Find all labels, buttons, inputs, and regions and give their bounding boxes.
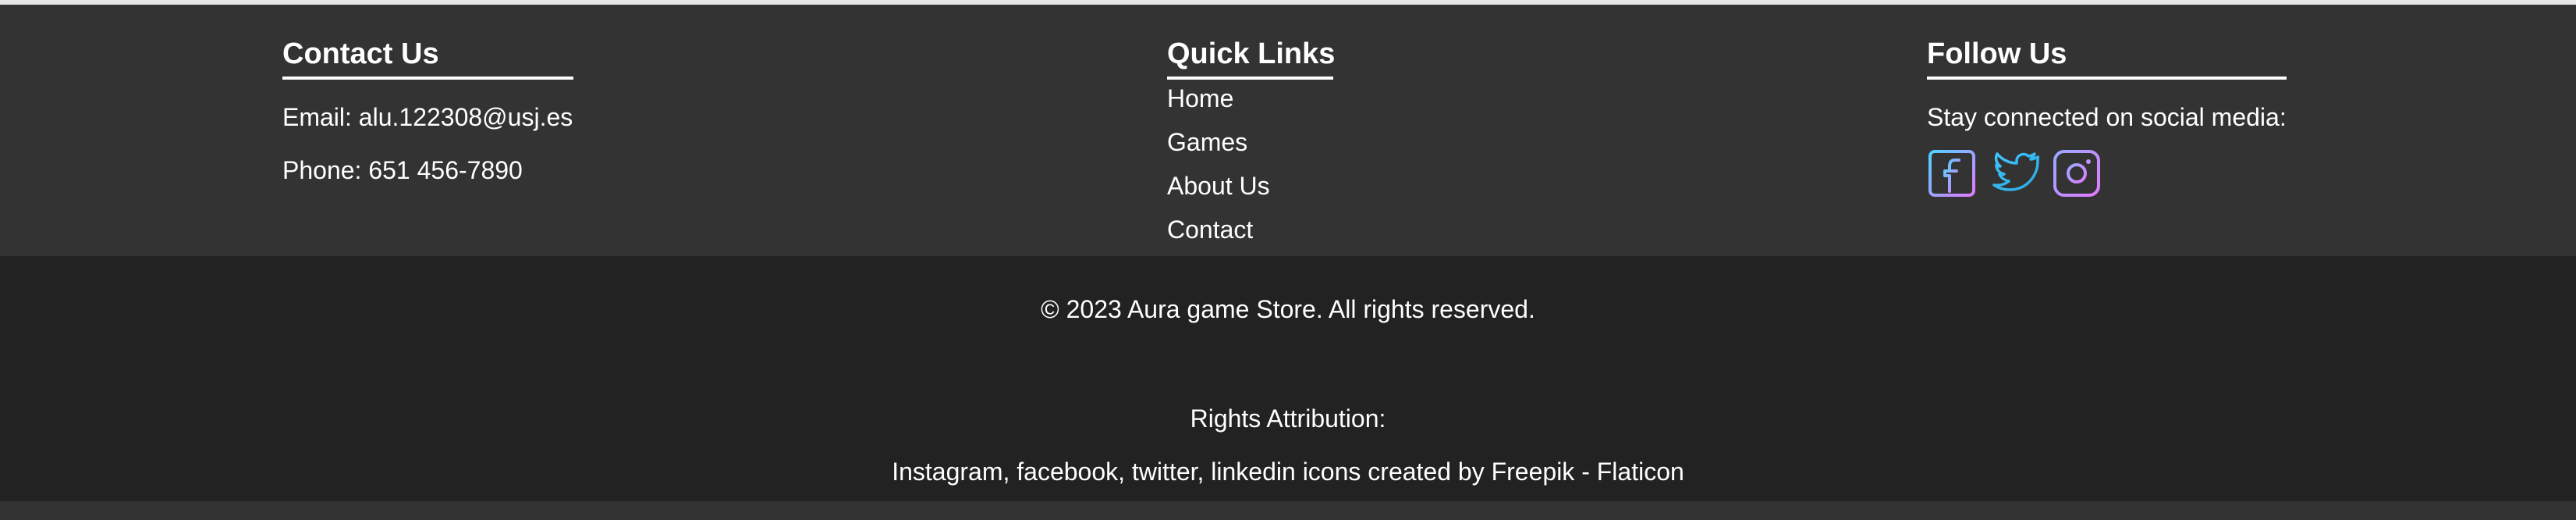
quick-links-heading: Quick Links [1167, 37, 1336, 70]
bottom-border [0, 501, 2576, 520]
contact-phone: Phone: 651 456-7890 [282, 156, 523, 184]
contact-heading: Contact Us [282, 37, 439, 70]
instagram-icon[interactable] [2052, 148, 2102, 198]
quick-link-games[interactable]: Games [1167, 120, 1335, 164]
follow-text: Stay connected on social media: [1927, 103, 2287, 131]
quick-link-about-us[interactable]: About Us [1167, 164, 1335, 208]
attribution-text: Instagram, facebook, twitter, linkedin i… [892, 458, 1684, 486]
attribution-title: Rights Attribution: [1190, 404, 1386, 433]
contact-email: Email: alu.122308@usj.es [282, 103, 573, 131]
follow-heading: Follow Us [1927, 37, 2067, 70]
follow-heading-underline [1927, 77, 2287, 80]
quick-link-contact[interactable]: Contact [1167, 208, 1335, 251]
social-icons [1927, 148, 2287, 198]
footer-bottom-section: © 2023 Aura game Store. All rights reser… [0, 256, 2576, 501]
follow-column: Follow Us Stay connected on social media… [1927, 33, 2287, 198]
twitter-icon[interactable] [1989, 148, 2039, 198]
quick-links-list: Home Games About Us Contact [1167, 77, 1335, 251]
contact-column: Contact Us Email: alu.122308@usj.es Phon… [282, 33, 573, 186]
footer-top-section: Contact Us Email: alu.122308@usj.es Phon… [0, 5, 2576, 256]
quick-links-column: Quick Links Home Games About Us Contact [1167, 33, 1335, 251]
copyright-text: © 2023 Aura game Store. All rights reser… [1041, 295, 1535, 323]
facebook-icon[interactable] [1927, 148, 1977, 198]
contact-heading-underline [282, 77, 573, 80]
quick-link-home[interactable]: Home [1167, 77, 1335, 120]
